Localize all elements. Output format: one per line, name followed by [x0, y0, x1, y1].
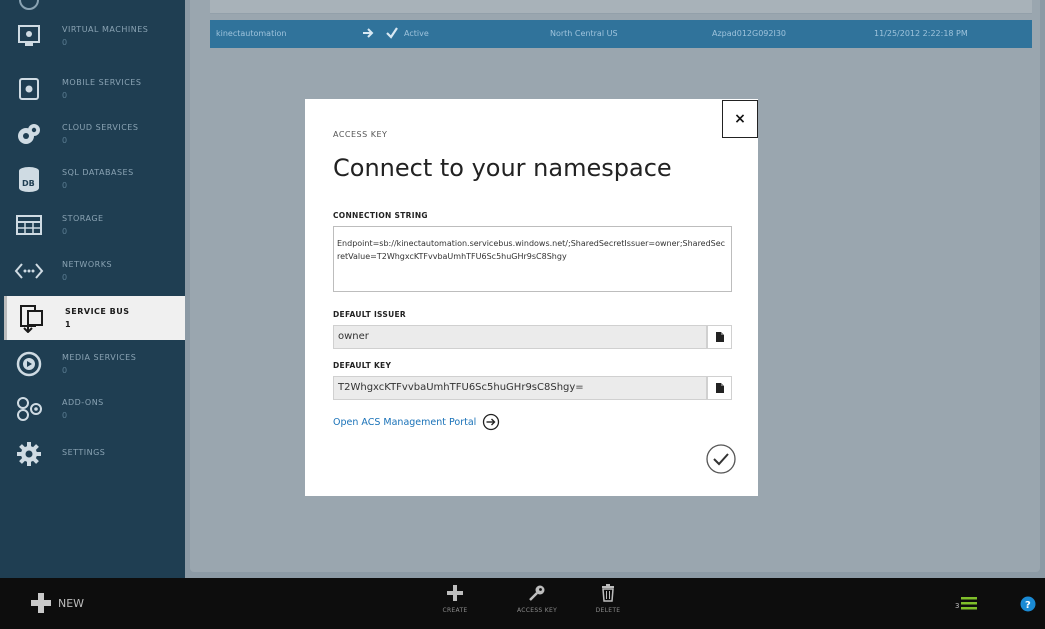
sidebar-item-count: 0 — [62, 38, 68, 47]
sidebar-item-count: 0 — [62, 411, 68, 420]
row-name[interactable]: kinectautomation — [216, 29, 286, 38]
sidebar-item-cloud-services[interactable]: CLOUD SERVICES 0 — [4, 112, 185, 156]
sidebar-item-networks[interactable]: NETWORKS 0 — [4, 249, 185, 293]
sidebar-item-storage[interactable]: STORAGE 0 — [4, 203, 185, 247]
add-ons-icon — [14, 394, 44, 424]
copy-issuer-button[interactable] — [707, 325, 732, 349]
connection-string-field[interactable]: Endpoint=sb://kinectautomation.servicebu… — [333, 226, 732, 292]
plus-icon — [447, 585, 463, 601]
svg-text:?: ? — [1025, 600, 1031, 611]
sidebar-item-label: SETTINGS — [62, 447, 106, 457]
service-bus-icon — [17, 303, 47, 333]
media-services-icon — [14, 349, 44, 379]
open-acs-portal-link[interactable]: Open ACS Management Portal — [333, 413, 500, 431]
copy-icon — [715, 379, 725, 398]
trash-icon — [602, 584, 614, 602]
arrow-right-icon[interactable] — [362, 26, 374, 42]
close-button[interactable]: × — [722, 100, 758, 138]
help-button[interactable]: ? — [1020, 596, 1036, 616]
svg-text:DB: DB — [22, 179, 35, 188]
create-button[interactable]: CREATE — [425, 584, 485, 614]
sidebar-item-label: CLOUD SERVICES — [62, 123, 139, 132]
arrow-circle-icon[interactable] — [482, 413, 500, 431]
sidebar: VIRTUAL MACHINES 0 MOBILE SERVICES 0 CLOUD… — [0, 0, 185, 578]
sql-database-icon: DB — [14, 164, 44, 194]
dialog-eyebrow: ACCESS KEY — [333, 130, 388, 139]
ok-button[interactable] — [705, 443, 737, 475]
sidebar-item-label: NETWORKS — [62, 260, 113, 269]
copy-key-button[interactable] — [707, 376, 732, 400]
plus-icon — [31, 593, 51, 613]
access-key-button[interactable]: ACCESS KEY — [507, 584, 567, 614]
row-region: North Central US — [550, 29, 618, 38]
sidebar-item-count: 1 — [65, 320, 71, 329]
new-button[interactable]: NEW — [30, 592, 84, 614]
row-created: 11/25/2012 2:22:18 PM — [874, 29, 968, 38]
checkmark-circle-icon — [706, 444, 736, 474]
default-key-label: DEFAULT KEY — [333, 361, 392, 370]
delete-button[interactable]: DELETE — [578, 584, 638, 614]
sidebar-item-virtual-machines[interactable]: VIRTUAL MACHINES 0 — [4, 14, 185, 58]
copy-icon — [715, 328, 725, 347]
sidebar-item-label: MOBILE SERVICES — [62, 78, 142, 87]
default-issuer-label: DEFAULT ISSUER — [333, 310, 406, 319]
sidebar-item-label: MEDIA SERVICES — [62, 353, 137, 362]
sidebar-item-settings[interactable]: SETTINGS — [4, 432, 185, 476]
key-icon — [529, 585, 545, 601]
help-icon: ? — [1020, 596, 1036, 612]
sidebar-item-count: 0 — [62, 136, 68, 145]
sidebar-item-label: SQL DATABASES — [62, 168, 134, 177]
default-issuer-field[interactable]: owner — [333, 325, 707, 349]
dialog-title: Connect to your namespace — [333, 154, 672, 182]
access-key-button-label: ACCESS KEY — [516, 607, 558, 614]
row-subscription: Azpad012G092I30 — [712, 29, 787, 38]
table-row[interactable]: kinectautomation Active North Central US… — [210, 20, 1032, 48]
sidebar-item-add-ons[interactable]: ADD-ONS 0 — [4, 387, 185, 431]
check-icon — [385, 26, 399, 42]
new-button-label: NEW — [58, 596, 85, 610]
sidebar-item-count: 0 — [62, 366, 68, 375]
sidebar-item-count: 0 — [62, 273, 68, 282]
sidebar-item-label: VIRTUAL MACHINES — [62, 25, 149, 34]
partial-icon — [14, 0, 44, 15]
sidebar-item-sql-databases[interactable]: DB SQL DATABASES 0 — [4, 157, 185, 201]
row-status: Active — [404, 29, 429, 38]
settings-icon — [14, 439, 44, 469]
acs-link-label[interactable]: Open ACS Management Portal — [333, 417, 476, 428]
sidebar-item-mobile-services[interactable]: MOBILE SERVICES 0 — [4, 67, 185, 111]
networks-icon — [14, 256, 44, 286]
close-icon: × — [734, 111, 746, 127]
sidebar-item-count: 0 — [62, 91, 68, 100]
notifications-button[interactable]: 3 — [955, 596, 978, 610]
cloud-services-icon — [14, 119, 44, 149]
list-icon — [961, 597, 978, 610]
delete-button-label: DELETE — [595, 607, 621, 614]
create-button-label: CREATE — [442, 607, 468, 614]
sidebar-item-label: STORAGE — [62, 214, 104, 223]
sidebar-item-count: 0 — [62, 181, 68, 190]
sidebar-item-label: SERVICE BUS — [65, 307, 130, 316]
default-key-field[interactable]: T2WhgxcKTFvvbaUmhTFU6Sc5huGHr9sC8Shgy= — [333, 376, 707, 400]
notification-count: 3 — [955, 602, 960, 610]
sidebar-item-count: 0 — [62, 227, 68, 236]
mobile-services-icon — [14, 74, 44, 104]
sidebar-item-media-services[interactable]: MEDIA SERVICES 0 — [4, 342, 185, 386]
storage-icon — [14, 210, 44, 240]
connection-string-label: CONNECTION STRING — [333, 211, 428, 220]
sidebar-item-label: ADD-ONS — [62, 398, 104, 407]
virtual-machine-icon — [14, 21, 44, 51]
sidebar-item-service-bus[interactable]: SERVICE BUS 1 — [4, 296, 185, 340]
table-header-strip — [210, 0, 1032, 14]
